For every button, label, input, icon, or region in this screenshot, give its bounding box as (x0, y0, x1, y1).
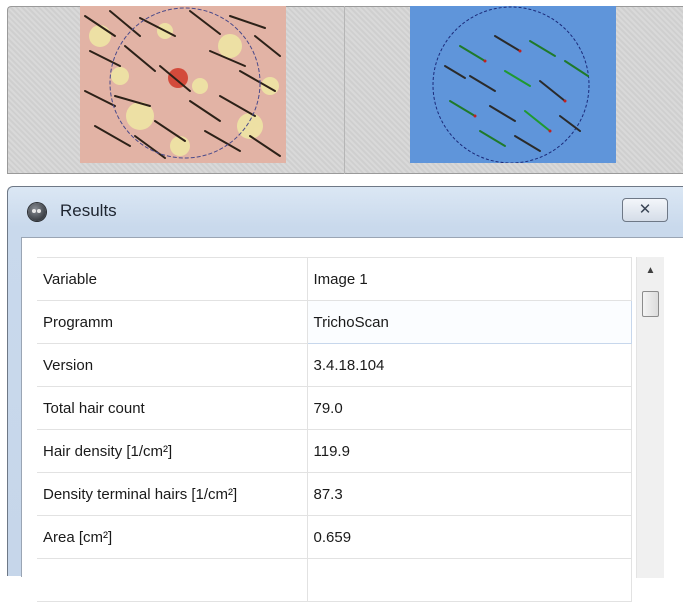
close-button[interactable]: ✕ (622, 198, 668, 222)
table-row[interactable]: Total hair count 79.0 (37, 386, 632, 430)
variable-cell: Hair density [1/cm²] (37, 429, 308, 473)
value-cell[interactable] (307, 558, 632, 602)
app-icon (28, 203, 46, 221)
scroll-thumb[interactable] (642, 291, 659, 317)
value-cell[interactable]: 87.3 (307, 472, 632, 516)
image-header-cell: Image 1 (307, 257, 632, 301)
results-window: Results ✕ Variable Image 1 Programm Tric… (7, 186, 683, 602)
arrow-up-icon: ▲ (645, 265, 656, 276)
variable-cell: Version (37, 343, 308, 387)
table-row[interactable]: Programm TrichoScan (37, 300, 632, 344)
window-title: Results (60, 201, 117, 220)
variable-cell: Total hair count (37, 386, 308, 430)
value-cell[interactable]: TrichoScan (306, 300, 632, 344)
variable-cell: Density terminal hairs [1/cm²] (37, 472, 308, 516)
variable-cell: Area [cm²] (37, 515, 308, 559)
table-row[interactable]: Version 3.4.18.104 (37, 343, 632, 387)
pane-divider[interactable] (344, 6, 345, 174)
scalp-image-analyzed (410, 6, 616, 163)
table-row[interactable]: Variable Image 1 (37, 257, 632, 301)
scalp-image-original (80, 6, 286, 163)
table-row[interactable] (37, 558, 632, 602)
vertical-scrollbar[interactable]: ▲ (636, 257, 664, 578)
results-content: Variable Image 1 Programm TrichoScan Ver… (21, 237, 683, 602)
value-cell[interactable]: 79.0 (307, 386, 632, 430)
variable-cell: Programm (37, 300, 308, 344)
close-icon: ✕ (638, 201, 652, 218)
table-row[interactable]: Area [cm²] 0.659 (37, 515, 632, 559)
title-bar[interactable]: Results ✕ (8, 187, 683, 235)
table-row[interactable]: Hair density [1/cm²] 119.9 (37, 429, 632, 473)
variable-cell (37, 558, 308, 602)
variable-header-cell: Variable (37, 257, 308, 301)
table-row[interactable]: Density terminal hairs [1/cm²] 87.3 (37, 472, 632, 516)
value-cell[interactable]: 119.9 (307, 429, 632, 473)
value-cell[interactable]: 0.659 (307, 515, 632, 559)
scroll-up-button[interactable]: ▲ (637, 257, 664, 285)
value-cell[interactable]: 3.4.18.104 (307, 343, 632, 387)
results-table: Variable Image 1 Programm TrichoScan Ver… (37, 257, 632, 602)
